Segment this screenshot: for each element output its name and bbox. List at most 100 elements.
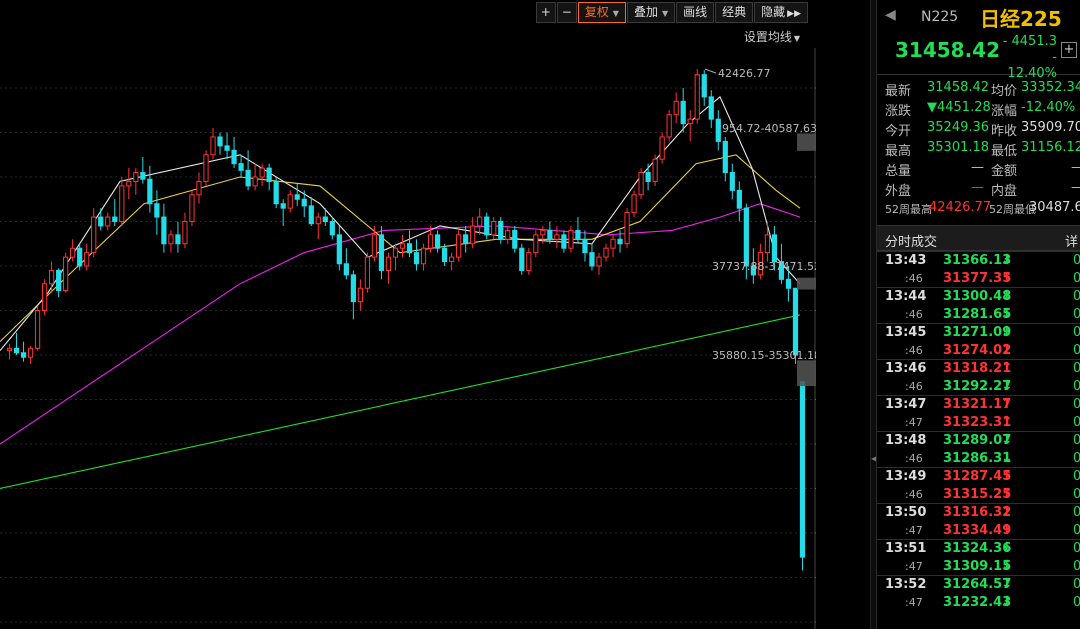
stat-label: 总量 xyxy=(885,164,912,179)
ma-settings-dropdown[interactable]: 设置均线 ▼ xyxy=(744,28,800,45)
classic-button[interactable]: 经典 xyxy=(715,2,754,23)
candle-up xyxy=(764,234,771,254)
candle-down xyxy=(378,234,385,271)
candle-up xyxy=(694,74,700,120)
candle-down xyxy=(238,163,244,171)
stat-value: 31458.42 xyxy=(927,80,990,95)
candle-up xyxy=(533,234,539,254)
candle-up xyxy=(133,172,139,182)
stat-row: 最高 35301.18 最低 31156.12 xyxy=(877,139,1080,159)
candle-up xyxy=(287,194,293,209)
arrow-up-icon: ↑ xyxy=(1001,270,1013,286)
trades-list: 13:4331366.13↓0:4631377.35↑013:4431300.4… xyxy=(877,251,1080,611)
candle-down xyxy=(231,149,237,165)
arrow-down-icon: ↓ xyxy=(1001,558,1013,574)
trade-seconds: :47 xyxy=(905,524,923,537)
trade-time: 13:45 xyxy=(885,325,927,340)
overlay-dropdown[interactable]: 叠加 ▼ xyxy=(626,2,676,23)
candle-down xyxy=(112,216,118,223)
candle-down xyxy=(680,100,686,125)
stat-label: 均价 xyxy=(991,84,1018,99)
high-marker-line xyxy=(704,68,717,74)
candle-down xyxy=(561,234,567,249)
candle-up xyxy=(540,229,546,236)
trade-volume: 0 xyxy=(1073,595,1080,610)
trade-volume: 0 xyxy=(1073,559,1080,574)
hide-button[interactable]: 隐藏 ▶▶ xyxy=(754,2,808,23)
price-gap-box-3 xyxy=(797,360,816,387)
trade-row: 13:4331366.13↓0 xyxy=(877,251,1080,269)
candle-down xyxy=(20,352,27,358)
candle-down xyxy=(336,234,342,265)
candle-down xyxy=(56,269,62,291)
trade-seconds: :47 xyxy=(905,416,923,429)
candle-down xyxy=(280,203,286,209)
candle-down xyxy=(308,205,314,225)
zoom-in-button[interactable]: + xyxy=(535,2,556,23)
candle-down xyxy=(217,136,223,147)
chart-toolbar: + − 复权 ▼ 叠加 ▼ 画线 经典 隐藏 ▶▶ xyxy=(535,2,808,24)
kline-chart[interactable]: 42000.041000.040000.039000.038000.037000… xyxy=(0,0,816,629)
caret-down-icon: ▼ xyxy=(661,9,669,18)
trade-row: :4731334.49↑0 xyxy=(877,521,1080,539)
candle-down xyxy=(245,169,251,187)
trade-time: 13:44 xyxy=(885,289,927,304)
candle-down xyxy=(519,247,525,271)
candle-down xyxy=(771,234,778,263)
trade-row: :4631315.25↑0 xyxy=(877,485,1080,503)
candle-down xyxy=(294,194,300,200)
stat-label: 昨收 xyxy=(991,124,1018,139)
candle-down xyxy=(722,140,728,174)
fuquan-label: 复权 xyxy=(584,5,609,19)
candle-up xyxy=(659,136,665,160)
trade-time: 13:52 xyxy=(885,577,927,592)
trade-time: 13:48 xyxy=(885,433,927,448)
fuquan-dropdown[interactable]: 复权 ▼ xyxy=(577,2,626,23)
candle-up xyxy=(666,114,672,138)
candle-up xyxy=(652,158,658,182)
stat-value: 35249.36 xyxy=(927,120,990,135)
stat-value: 35301.18 xyxy=(927,140,990,155)
arrow-down-icon: ↓ xyxy=(1001,432,1013,448)
trade-volume: 0 xyxy=(1073,487,1080,502)
candle-up xyxy=(687,118,693,125)
stat-label: 最低 xyxy=(991,144,1018,159)
candle-down xyxy=(322,216,328,223)
trades-title: 分时成交 xyxy=(885,235,938,250)
candle-down xyxy=(736,189,742,209)
trade-row: :4631286.31↓0 xyxy=(877,449,1080,467)
candle-up xyxy=(449,256,455,263)
candle-up xyxy=(596,256,602,267)
stat-label: 最新 xyxy=(885,84,912,99)
arrow-up-icon: ↑ xyxy=(1001,414,1013,430)
candle-up xyxy=(456,234,462,258)
trades-detail-link[interactable]: 详 xyxy=(1065,231,1078,250)
candle-up xyxy=(568,229,574,249)
stat-row: 外盘 — 内盘 — xyxy=(877,179,1080,199)
arrow-up-icon: ↑ xyxy=(1001,360,1013,376)
candle-down xyxy=(406,243,413,254)
add-watchlist-button[interactable]: + xyxy=(1061,42,1077,58)
candle-down xyxy=(582,238,588,254)
candle-down xyxy=(729,172,735,191)
trade-row: 13:4431300.48↓0 xyxy=(877,287,1080,305)
candle-up xyxy=(84,252,90,267)
gap-label-1: 954.72-40587.63 xyxy=(722,122,816,135)
high-label: 42426.77 xyxy=(718,67,771,80)
prev-symbol-icon[interactable]: ◀ xyxy=(885,7,896,23)
candle-up xyxy=(526,252,532,271)
stat-value: 31156.12 xyxy=(1021,140,1080,155)
candle-up xyxy=(259,167,265,178)
zoom-out-button[interactable]: − xyxy=(556,2,577,23)
trade-volume: 0 xyxy=(1073,253,1080,268)
candle-up xyxy=(91,216,97,254)
kline-chart-area[interactable]: 42000.041000.040000.039000.038000.037000… xyxy=(0,0,816,629)
candle-up xyxy=(673,100,679,116)
trade-row: 13:4631318.21↑0 xyxy=(877,359,1080,377)
stat-label: 涨幅 xyxy=(991,104,1018,119)
draw-line-button[interactable]: 画线 xyxy=(676,2,715,23)
arrow-down-icon: ↓ xyxy=(1001,252,1013,268)
trade-row: :4731232.43↓0 xyxy=(877,593,1080,611)
trade-volume: 0 xyxy=(1073,469,1080,484)
candle-up xyxy=(63,256,69,291)
